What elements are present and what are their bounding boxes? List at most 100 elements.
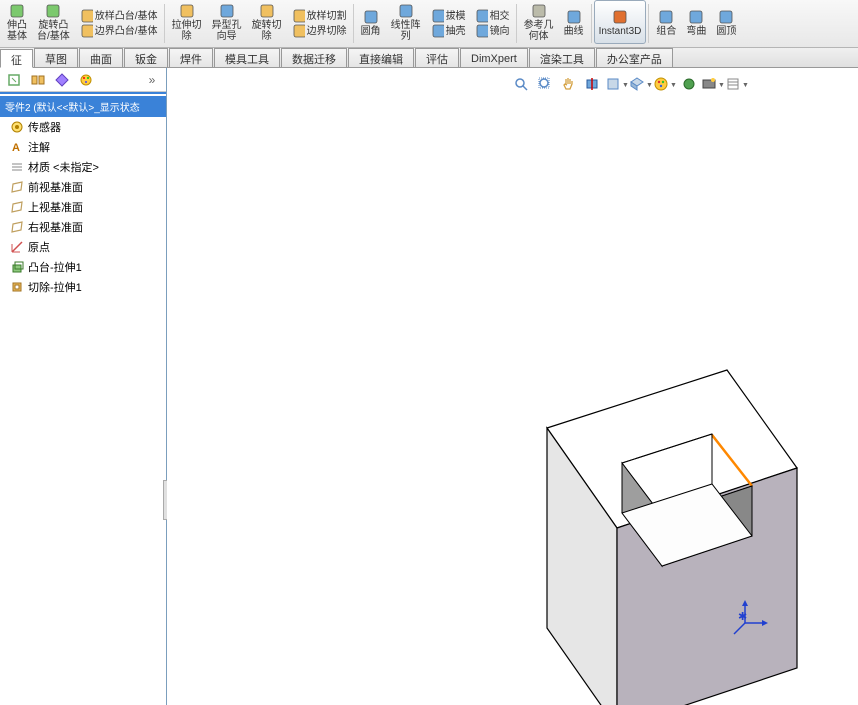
chevron-down-icon: ▼ — [670, 82, 677, 89]
zoom-fit-button[interactable] — [510, 74, 532, 96]
section-button[interactable] — [582, 74, 604, 96]
feature-tree-panel: » 零件2 (默认<<默认>_显示状态 传感器 A 注解材质 <未指定> 前视基准面上… — [0, 68, 167, 705]
tab-0[interactable]: 征 — [0, 49, 33, 68]
ribbon-cut-extrude-button[interactable]: 拉伸切除 — [167, 0, 207, 44]
cut-revolve-icon — [258, 2, 276, 20]
chevron-down-icon: ▼ — [742, 82, 749, 89]
tree-item-cut[interactable]: 切除-拉伸1 — [0, 277, 166, 297]
origin-icon — [10, 240, 24, 254]
tree-item-plane[interactable]: 前视基准面 — [0, 177, 166, 197]
display-style-button[interactable]: ▼ — [606, 74, 628, 96]
plane-icon — [10, 220, 24, 234]
tree-item-extrude[interactable]: 凸台-拉伸1 — [0, 257, 166, 277]
pan-hand-button[interactable] — [558, 74, 580, 96]
tab-5[interactable]: 模具工具 — [214, 48, 280, 67]
tree-item-label: 前视基准面 — [28, 179, 83, 195]
pan-hand-icon — [561, 76, 577, 95]
ribbon-cut-boundary-button[interactable]: 边界切除 — [287, 24, 351, 39]
tree-item-sensor[interactable]: 传感器 — [0, 117, 166, 137]
tree-item-label: 凸台-拉伸1 — [28, 259, 82, 275]
draft-icon — [430, 9, 444, 23]
cut-loft-icon — [291, 9, 305, 23]
tab-2[interactable]: 曲面 — [79, 48, 123, 67]
ribbon-dome-button[interactable]: 圆顶 — [711, 0, 741, 44]
tab-4[interactable]: 焊件 — [169, 48, 213, 67]
origin-triad-icon: ✱ — [730, 598, 770, 638]
scene-button[interactable] — [678, 74, 700, 96]
section-icon — [585, 76, 601, 95]
tree-toolbar: » — [0, 68, 166, 92]
model-cube — [367, 258, 847, 705]
annot-icon: A — [10, 140, 24, 154]
ribbon-cut-revolve-button[interactable]: 旋转切除 — [247, 0, 287, 44]
tree-expand-icon[interactable]: » — [142, 70, 162, 90]
plane-icon — [10, 200, 24, 214]
mirror-icon — [474, 24, 488, 38]
view-orient-button[interactable]: ▼ — [630, 74, 652, 96]
tree-item-label: 传感器 — [28, 119, 61, 135]
appearance-button[interactable]: ▼ — [654, 74, 676, 96]
fillet-icon — [362, 8, 380, 26]
tree-item-label: 材质 <未指定> — [28, 159, 99, 175]
tree-appearance-icon[interactable] — [76, 70, 96, 90]
ribbon-mirror-button[interactable]: 镜向 — [470, 24, 514, 39]
tab-7[interactable]: 直接编辑 — [348, 48, 414, 67]
display-style-icon — [605, 76, 621, 95]
tab-3[interactable]: 钣金 — [124, 48, 168, 67]
ribbon-pattern-button[interactable]: 线性阵列 — [386, 0, 426, 44]
extrude-icon — [10, 260, 24, 274]
tree-display-icon[interactable] — [52, 70, 72, 90]
svg-text:✱: ✱ — [738, 611, 747, 623]
tree-item-origin[interactable]: 原点 — [0, 237, 166, 257]
tree-config-icon[interactable] — [28, 70, 48, 90]
tree-item-label: 上视基准面 — [28, 199, 83, 215]
ribbon-shell-button[interactable]: 抽壳 — [426, 24, 470, 39]
tab-10[interactable]: 渲染工具 — [529, 48, 595, 67]
ribbon-boundary-button[interactable]: 边界凸台/基体 — [75, 24, 162, 39]
intersect-icon — [474, 9, 488, 23]
plane-icon — [10, 180, 24, 194]
ribbon-curve-button[interactable]: 曲线 — [559, 0, 589, 44]
chevron-down-icon: ▼ — [646, 82, 653, 89]
settings-button[interactable]: ▼ — [726, 74, 748, 96]
graphics-viewport[interactable]: ▼ ▼ ▼ ▼ ▼ — [167, 68, 858, 705]
render-button[interactable]: ▼ — [702, 74, 724, 96]
tree-filter-icon[interactable] — [4, 70, 24, 90]
ribbon-refgeom-button[interactable]: 参考几何体 — [519, 0, 559, 44]
tree-root[interactable]: 零件2 (默认<<默认>_显示状态 — [0, 96, 166, 117]
ribbon-toolbar: 伸凸基体旋转凸台/基体放样凸台/基体边界凸台/基体拉伸切除异型孔向导旋转切除放样… — [0, 0, 858, 48]
zoom-fit-icon — [513, 76, 529, 95]
tab-1[interactable]: 草图 — [34, 48, 78, 67]
shell-icon — [430, 24, 444, 38]
tab-9[interactable]: DimXpert — [460, 48, 528, 67]
loft-icon — [79, 9, 93, 23]
ribbon-extrude-button[interactable]: 伸凸基体 — [2, 0, 32, 44]
ribbon-hole-button[interactable]: 异型孔向导 — [207, 0, 247, 44]
ribbon-combine-button[interactable]: 组合 — [651, 0, 681, 44]
view-toolbar: ▼ ▼ ▼ ▼ ▼ — [510, 74, 748, 96]
flex-icon — [687, 8, 705, 26]
extrude-icon — [8, 2, 26, 20]
tab-6[interactable]: 数据迁移 — [281, 48, 347, 67]
tab-11[interactable]: 办公室产品 — [596, 48, 673, 67]
tree-item-label: 注解 — [28, 139, 50, 155]
chevron-down-icon: ▼ — [718, 82, 725, 89]
settings-icon — [725, 76, 741, 95]
main-area: » 零件2 (默认<<默认>_显示状态 传感器 A 注解材质 <未指定> 前视基准面上… — [0, 68, 858, 705]
instant3d-icon — [611, 8, 629, 26]
ribbon-fillet-button[interactable]: 圆角 — [356, 0, 386, 44]
zoom-area-button[interactable] — [534, 74, 556, 96]
tree-item-plane[interactable]: 右视基准面 — [0, 217, 166, 237]
sensor-icon — [10, 120, 24, 134]
tree-item-label: 右视基准面 — [28, 219, 83, 235]
render-icon — [701, 76, 717, 95]
ribbon-instant3d-button[interactable]: Instant3D — [594, 0, 647, 44]
pattern-icon — [397, 2, 415, 20]
ribbon-revolve-button[interactable]: 旋转凸台/基体 — [32, 0, 75, 44]
tree-item-material[interactable]: 材质 <未指定> — [0, 157, 166, 177]
tree-item-annot[interactable]: A 注解 — [0, 137, 166, 157]
tree-item-plane[interactable]: 上视基准面 — [0, 197, 166, 217]
tab-8[interactable]: 评估 — [415, 48, 459, 67]
ribbon-flex-button[interactable]: 弯曲 — [681, 0, 711, 44]
view-orient-icon — [629, 76, 645, 95]
